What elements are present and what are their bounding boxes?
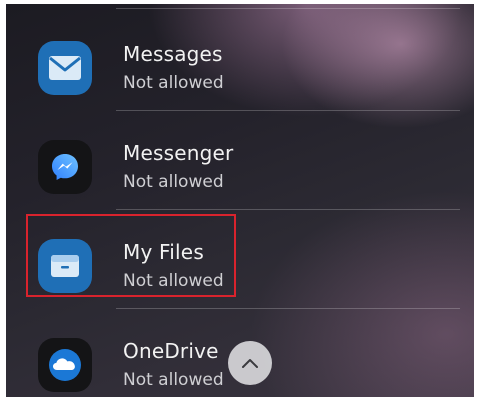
envelope-icon — [49, 56, 81, 80]
app-name: Messages — [123, 42, 223, 66]
messenger-bolt-icon — [52, 154, 78, 180]
list-item-messenger[interactable]: Messenger Not allowed — [6, 111, 474, 210]
cloud-icon — [49, 349, 81, 381]
highlight-box — [26, 214, 236, 297]
chevron-up-icon — [242, 359, 258, 368]
app-permissions-screen: Messages Not allowed Messenger Not allow… — [6, 4, 474, 397]
scroll-to-top-button[interactable] — [228, 341, 272, 385]
app-status: Not allowed — [123, 73, 224, 93]
messages-app-icon — [38, 41, 92, 95]
app-name: OneDrive — [123, 339, 219, 363]
app-status: Not allowed — [123, 370, 224, 390]
list-divider — [116, 8, 460, 9]
list-item-messages[interactable]: Messages Not allowed — [6, 12, 474, 111]
messenger-app-icon — [38, 140, 92, 194]
app-name: Messenger — [123, 141, 234, 165]
app-status: Not allowed — [123, 172, 224, 192]
onedrive-app-icon — [38, 338, 92, 392]
